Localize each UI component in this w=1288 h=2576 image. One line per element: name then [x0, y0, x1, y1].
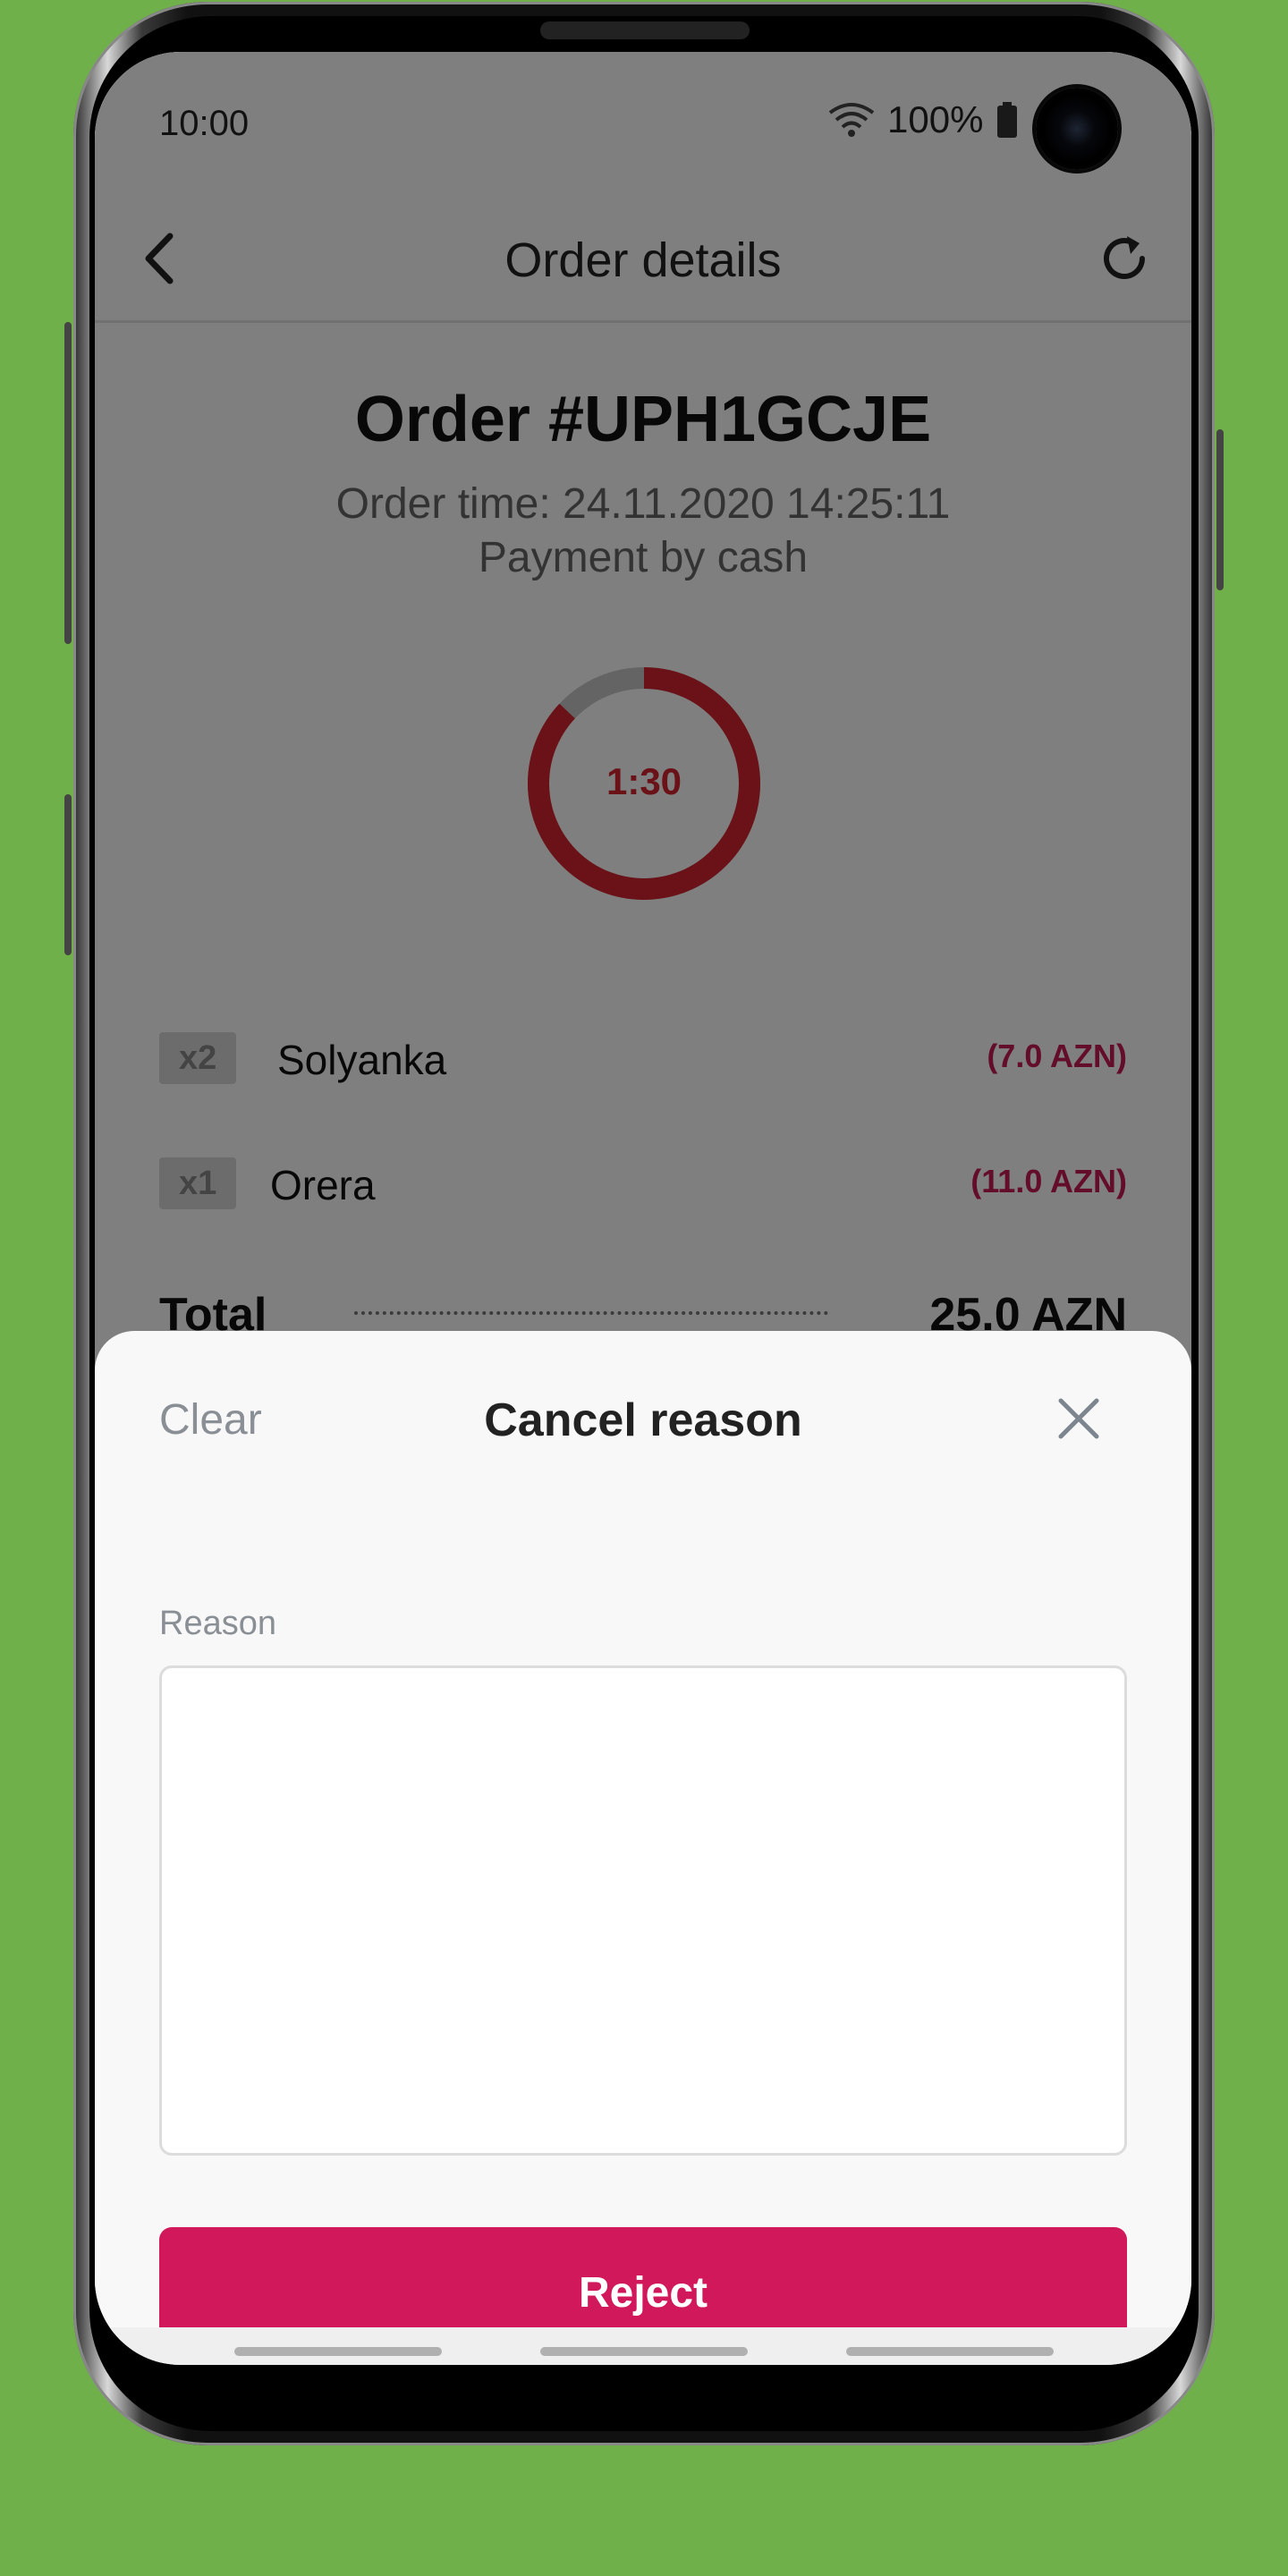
power-button: [1216, 429, 1224, 590]
system-nav-bar: [95, 2327, 1191, 2365]
close-icon[interactable]: [1052, 1392, 1106, 1445]
nav-recents[interactable]: [234, 2347, 442, 2356]
reason-textarea[interactable]: [159, 1665, 1127, 2156]
screen: 10:00 100% Order details: [95, 52, 1191, 2365]
cancel-reason-sheet: Clear Cancel reason Reason Reject: [95, 1331, 1191, 2358]
nav-home[interactable]: [540, 2347, 748, 2356]
volume-button: [64, 322, 72, 644]
nav-back[interactable]: [846, 2347, 1054, 2356]
order-details-page: 10:00 100% Order details: [95, 52, 1191, 2365]
sheet-title: Cancel reason: [484, 1394, 802, 1446]
speaker-grille: [540, 21, 750, 39]
reason-label: Reason: [159, 1605, 276, 1642]
bixby-button: [64, 794, 72, 955]
